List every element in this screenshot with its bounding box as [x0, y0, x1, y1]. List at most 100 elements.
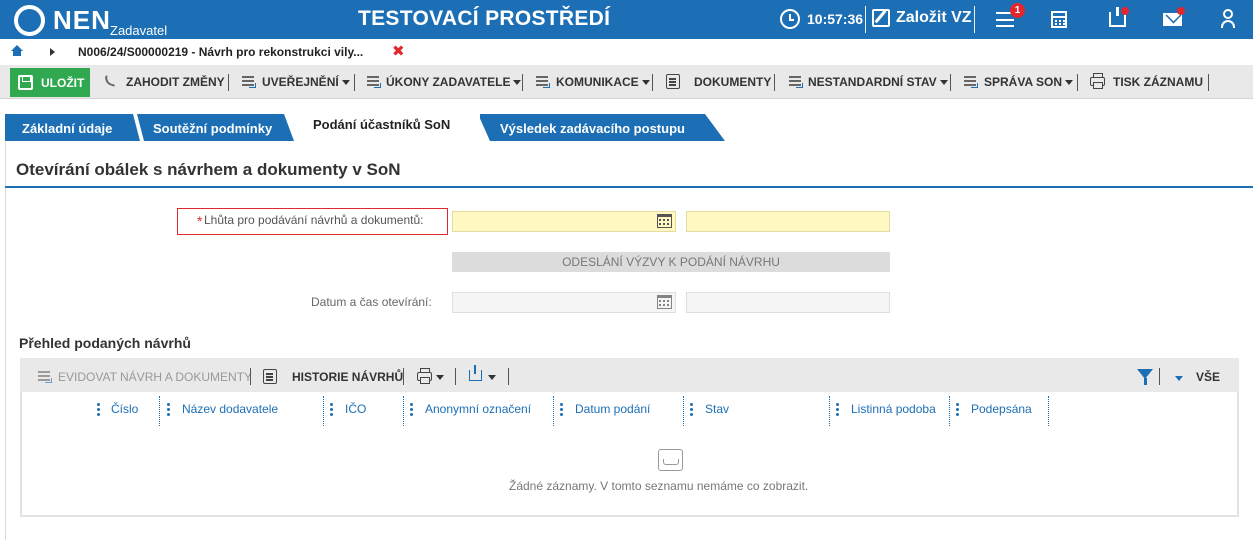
header-divider: [974, 6, 975, 33]
publish-menu[interactable]: UVEŘEJNĚNÍ: [262, 75, 350, 89]
discard-changes-button[interactable]: ZAHODIT ZMĚNY: [126, 75, 225, 89]
column-divider[interactable]: [683, 396, 684, 426]
nonstandard-state-icon: [789, 75, 803, 88]
create-tender-button[interactable]: Založit VZ: [896, 9, 972, 27]
nonstandard-label: NESTANDARDNÍ STAV: [808, 75, 937, 89]
print-record-button[interactable]: TISK ZÁZNAMU: [1113, 75, 1203, 89]
session-time: 10:57:36: [807, 11, 864, 27]
calendar-icon[interactable]: [657, 214, 672, 228]
save-button[interactable]: ULOŽIT: [10, 68, 90, 97]
submission-history-button[interactable]: HISTORIE NÁVRHŮ: [292, 370, 403, 384]
column-menu-icon[interactable]: [330, 403, 333, 416]
chevron-right-icon: [50, 48, 55, 56]
tab-participant-submissions[interactable]: Podání účastníků SoN: [294, 107, 480, 141]
export-icon[interactable]: [469, 365, 482, 381]
caret-down-icon[interactable]: [488, 375, 496, 380]
column-header-signed[interactable]: Podepsána: [971, 402, 1032, 416]
column-header-supplier[interactable]: Název dodavatele: [182, 402, 278, 416]
tab-tender-conditions[interactable]: Soutěžní podmínky: [153, 114, 272, 141]
column-menu-icon[interactable]: [836, 403, 839, 416]
column-divider[interactable]: [159, 396, 160, 426]
contracting-actions-menu[interactable]: ÚKONY ZADAVATELE: [386, 75, 522, 89]
column-header-ico[interactable]: IČO: [345, 402, 366, 416]
column-header-number[interactable]: Číslo: [111, 402, 138, 416]
column-menu-icon[interactable]: [560, 403, 563, 416]
floppy-icon: [18, 75, 33, 90]
column-header-paper-form[interactable]: Listinná podoba: [851, 402, 936, 416]
breadcrumb-current[interactable]: N006/24/S00000219 - Návrh pro rekonstruk…: [78, 45, 363, 59]
caret-down-icon: [641, 80, 650, 86]
communication-label: KOMUNIKACE: [556, 75, 639, 89]
opening-time-input[interactable]: [686, 292, 890, 313]
column-menu-icon[interactable]: [410, 403, 413, 416]
nen-logo-icon[interactable]: [14, 5, 45, 36]
mail-icon[interactable]: [1163, 13, 1182, 26]
inbox-alert-dot: [1121, 7, 1129, 15]
tab-basic-info[interactable]: Základní údaje: [22, 114, 112, 141]
column-divider[interactable]: [829, 396, 830, 426]
print-icon[interactable]: [417, 368, 432, 384]
calculator-icon[interactable]: [1051, 11, 1067, 28]
communication-icon: [536, 75, 550, 88]
opening-datetime-label: Datum a čas otevírání:: [311, 295, 432, 309]
column-menu-icon[interactable]: [97, 403, 100, 416]
deadline-time-input[interactable]: [686, 211, 890, 232]
opening-date-input[interactable]: [452, 292, 676, 313]
section-title: Otevírání obálek s návrhem a dokumenty v…: [16, 160, 401, 179]
column-divider[interactable]: [553, 396, 554, 426]
column-divider[interactable]: [323, 396, 324, 426]
toolbar-divider: [1208, 74, 1209, 91]
filter-icon[interactable]: [1137, 369, 1153, 385]
deadline-date-input[interactable]: [452, 211, 676, 232]
register-submission-button[interactable]: EVIDOVAT NÁVRH A DOKUMENTY: [58, 370, 252, 384]
column-divider[interactable]: [949, 396, 950, 426]
brand-name[interactable]: NEN: [53, 5, 111, 36]
toolbar-divider: [354, 74, 355, 91]
home-icon[interactable]: [11, 45, 23, 56]
content-left-border: [5, 142, 6, 540]
column-header-anonymous-id[interactable]: Anonymní označení: [425, 402, 531, 416]
toolbar-divider: [774, 74, 775, 91]
documents-icon: [666, 74, 680, 89]
communication-menu[interactable]: KOMUNIKACE: [556, 75, 650, 89]
manage-son-menu[interactable]: SPRÁVA SON: [984, 75, 1074, 89]
caret-down-icon: [513, 80, 522, 86]
grid-toolbar-divider: [508, 368, 509, 385]
column-menu-icon[interactable]: [690, 403, 693, 416]
nonstandard-state-menu[interactable]: NESTANDARDNÍ STAV: [808, 75, 948, 89]
calendar-icon[interactable]: [657, 295, 672, 309]
user-icon[interactable]: [1221, 9, 1235, 29]
breadcrumb: N006/24/S00000219 - Návrh pro rekonstruk…: [0, 39, 1253, 65]
undo-icon: [102, 75, 118, 87]
column-menu-icon[interactable]: [167, 403, 170, 416]
view-all-selector[interactable]: VŠE: [1196, 370, 1220, 384]
column-divider[interactable]: [403, 396, 404, 426]
manage-son-label: SPRÁVA SON: [984, 75, 1063, 89]
column-menu-icon[interactable]: [956, 403, 959, 416]
column-divider[interactable]: [1048, 396, 1049, 426]
environment-title: TESTOVACÍ PROSTŘEDÍ: [358, 7, 611, 30]
required-marker: *: [197, 213, 203, 229]
grid-toolbar-divider: [455, 368, 456, 385]
edit-icon[interactable]: [872, 9, 890, 27]
main-toolbar: ULOŽIT ZAHODIT ZMĚNY UVEŘEJNĚNÍ ÚKONY ZA…: [0, 65, 1253, 99]
documents-button[interactable]: DOKUMENTY: [694, 75, 771, 89]
caret-down-icon: [341, 80, 350, 86]
caret-down-icon[interactable]: [436, 375, 444, 380]
tab-procurement-result[interactable]: Výsledek zadávacího postupu: [500, 114, 685, 141]
caret-down-icon[interactable]: [1175, 376, 1183, 381]
header-divider: [865, 6, 866, 33]
manage-son-icon: [964, 75, 978, 88]
grid-toolbar-divider: [1159, 368, 1160, 385]
column-header-submission-date[interactable]: Datum podání: [575, 402, 650, 416]
toolbar-divider: [522, 74, 523, 91]
publish-icon: [242, 75, 256, 88]
send-invitation-button[interactable]: ODESLÁNÍ VÝZVY K PODÁNÍ NÁVRHU: [452, 252, 890, 272]
deadline-label: Lhůta pro podávání návrhů a dokumentů:: [204, 213, 424, 227]
close-icon[interactable]: ✖: [392, 42, 405, 60]
column-header-status[interactable]: Stav: [705, 402, 729, 416]
toolbar-divider: [950, 74, 951, 91]
publish-label: UVEŘEJNĚNÍ: [262, 75, 339, 89]
grid-toolbar: EVIDOVAT NÁVRH A DOKUMENTY HISTORIE NÁVR…: [20, 358, 1239, 392]
history-icon: [263, 369, 277, 384]
